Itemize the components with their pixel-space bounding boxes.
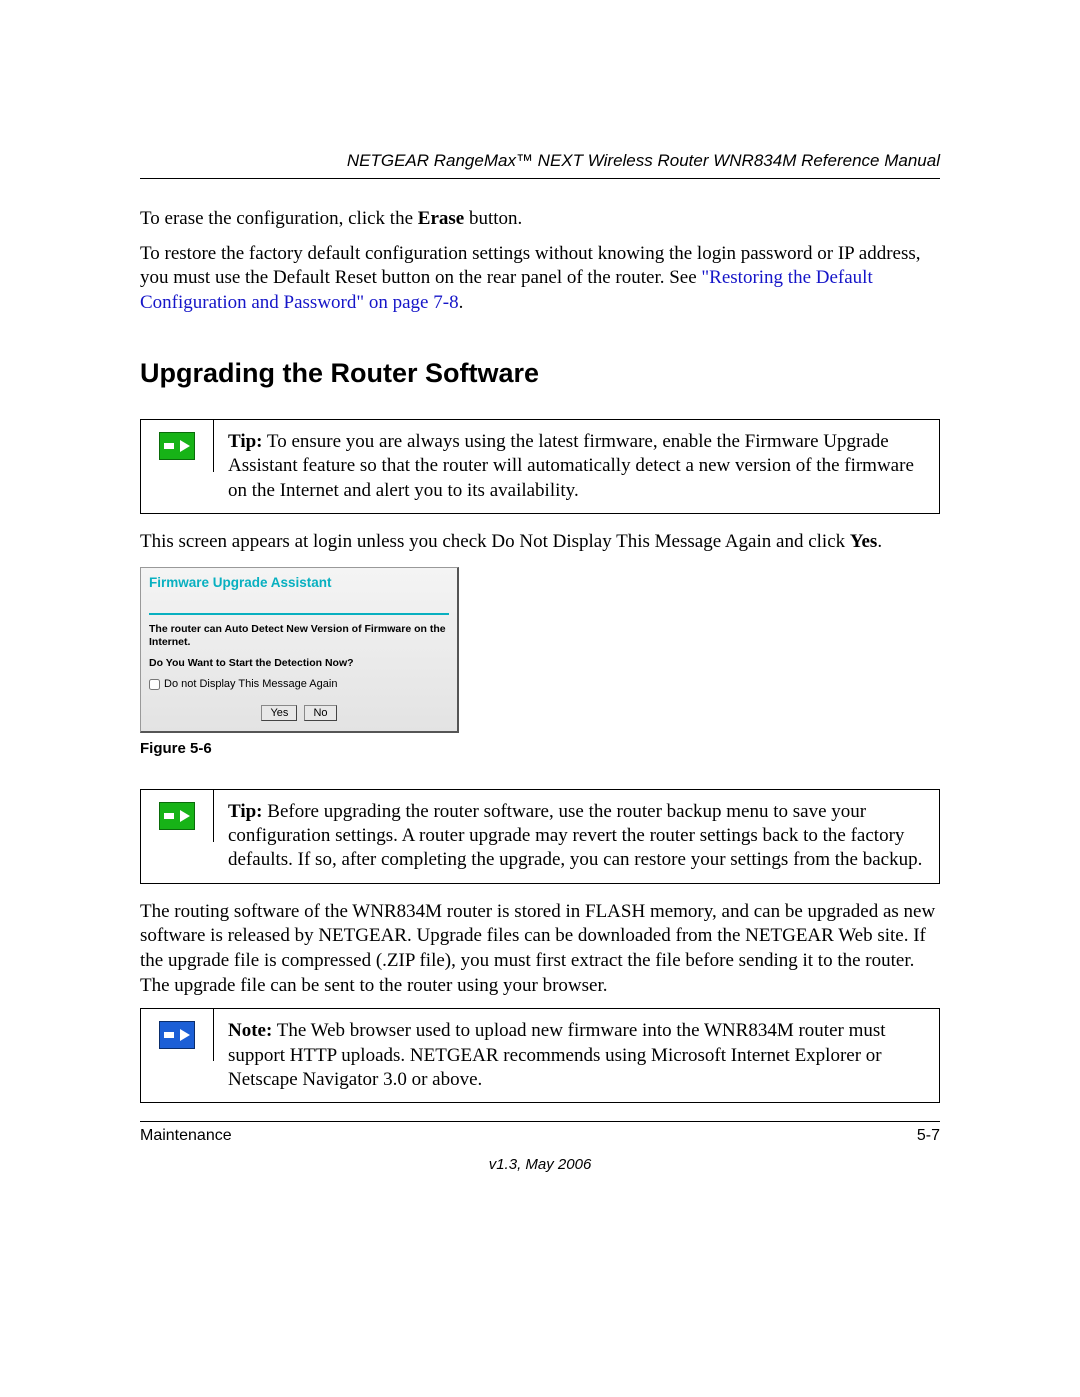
- footer-version: v1.3, May 2006: [140, 1155, 940, 1175]
- note-label: Note:: [228, 1020, 272, 1041]
- tip-label: Tip:: [228, 801, 263, 822]
- footer-page-number: 5-7: [917, 1126, 940, 1147]
- text: button.: [464, 208, 522, 229]
- note-icon-cell: [141, 1009, 214, 1061]
- note-text: Note: The Web browser used to upload new…: [214, 1009, 939, 1102]
- tip-callout-2: Tip: Before upgrading the router softwar…: [140, 789, 940, 884]
- no-button[interactable]: No: [304, 705, 336, 721]
- tip-label: Tip:: [228, 431, 263, 452]
- tip-icon-cell: [141, 790, 214, 842]
- firmware-upgrade-assistant-dialog: Firmware Upgrade Assistant The router ca…: [140, 567, 459, 734]
- running-header: NETGEAR RangeMax™ NEXT Wireless Router W…: [140, 150, 940, 179]
- section-heading: Upgrading the Router Software: [140, 356, 940, 391]
- dialog-text-1: The router can Auto Detect New Version o…: [149, 623, 449, 649]
- paragraph-restore: To restore the factory default configura…: [140, 242, 940, 316]
- bold-yes: Yes: [850, 531, 877, 552]
- tip-text: Tip: To ensure you are always using the …: [214, 420, 939, 513]
- tip-arrow-icon: [159, 432, 195, 460]
- dialog-title: Firmware Upgrade Assistant: [149, 574, 449, 616]
- note-arrow-icon: [159, 1021, 195, 1049]
- footer-section: Maintenance: [140, 1126, 232, 1147]
- tip-body: To ensure you are always using the lates…: [228, 431, 914, 501]
- text: To erase the configuration, click the: [140, 208, 418, 229]
- paragraph-screen-appears: This screen appears at login unless you …: [140, 530, 940, 555]
- figure-label: Figure 5-6: [140, 739, 940, 759]
- note-callout: Note: The Web browser used to upload new…: [140, 1008, 940, 1103]
- do-not-display-checkbox[interactable]: [149, 679, 160, 690]
- checkbox-label: Do not Display This Message Again: [164, 677, 337, 691]
- text: This screen appears at login unless you …: [140, 531, 850, 552]
- tip-arrow-icon: [159, 802, 195, 830]
- manual-page: NETGEAR RangeMax™ NEXT Wireless Router W…: [0, 0, 1080, 1235]
- text: .: [877, 531, 882, 552]
- tip-icon-cell: [141, 420, 214, 472]
- paragraph-flash: The routing software of the WNR834M rout…: [140, 900, 940, 999]
- note-body: The Web browser used to upload new firmw…: [228, 1020, 886, 1090]
- tip-text: Tip: Before upgrading the router softwar…: [214, 790, 939, 883]
- dialog-text-2: Do You Want to Start the Detection Now?: [149, 657, 449, 671]
- yes-button[interactable]: Yes: [261, 705, 297, 721]
- page-footer: Maintenance 5-7: [140, 1121, 940, 1147]
- text: .: [459, 292, 464, 313]
- do-not-display-checkbox-row[interactable]: Do not Display This Message Again: [149, 677, 449, 691]
- paragraph-erase: To erase the configuration, click the Er…: [140, 207, 940, 232]
- tip-callout-1: Tip: To ensure you are always using the …: [140, 419, 940, 514]
- tip-body: Before upgrading the router software, us…: [228, 801, 922, 871]
- bold-erase: Erase: [418, 208, 464, 229]
